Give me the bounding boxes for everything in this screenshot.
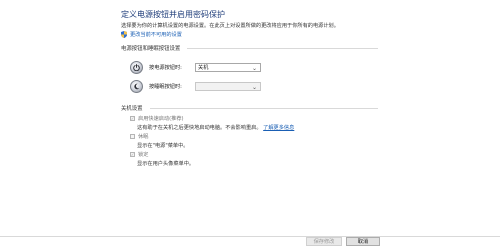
fast-startup-checkbox[interactable]: ✓	[130, 116, 135, 121]
footer-divider	[0, 236, 500, 237]
section-divider	[187, 48, 378, 49]
lock-label: 锁定	[138, 152, 149, 158]
sleep-button-label: 按睡眠按钮时:	[149, 84, 182, 90]
sleep-moon-icon	[130, 80, 143, 93]
power-buttons-section-label: 电源按钮和睡眠按钮设置	[121, 46, 181, 52]
chevron-down-icon: ⌄	[251, 84, 257, 91]
uac-shield-icon	[121, 31, 127, 38]
save-changes-button[interactable]: 保存修改	[306, 237, 342, 246]
lock-checkbox[interactable]: ✓	[130, 152, 135, 157]
page-description: 选择要为你的计算机设置的电源设置。在此页上对设置所做的更改将应用于你所有的电源计…	[121, 23, 339, 29]
section-divider	[150, 108, 378, 109]
fast-startup-description: 这有助于在关机之后更快地启动电脑。不会影响重启。 了解更多信息	[137, 124, 294, 131]
sleep-button-row: 按睡眠按钮时: ⌄	[130, 80, 261, 93]
sleep-button-select[interactable]: ⌄	[195, 82, 261, 91]
power-button-row: 按电源按钮时: 关机 ⌄	[130, 61, 261, 74]
power-button-label: 按电源按钮时:	[149, 65, 182, 71]
power-button-icon	[130, 61, 143, 74]
hibernate-description: 显示在"电源"菜单中。	[137, 143, 189, 149]
lock-option[interactable]: ✓ 锁定	[130, 151, 148, 158]
hibernate-checkbox[interactable]	[130, 134, 135, 139]
shutdown-section-label: 关机设置	[121, 106, 143, 112]
cancel-button[interactable]: 取消	[346, 237, 380, 246]
fast-startup-label: 启用快速启动(推荐)	[138, 116, 184, 122]
learn-more-link[interactable]: 了解更多信息	[263, 125, 294, 131]
hibernate-label: 休眠	[138, 134, 149, 140]
power-button-select[interactable]: 关机 ⌄	[195, 63, 261, 72]
change-unavailable-settings-link[interactable]: 更改当前不可用的设置	[121, 31, 182, 38]
fast-startup-option[interactable]: ✓ 启用快速启动(推荐)	[130, 115, 184, 122]
power-options-window: 定义电源按钮并启用密码保护 选择要为你的计算机设置的电源设置。在此页上对设置所做…	[0, 0, 500, 248]
power-button-value: 关机	[198, 65, 209, 71]
page-title: 定义电源按钮并启用密码保护	[121, 10, 225, 19]
chevron-down-icon: ⌄	[251, 65, 257, 72]
change-unavailable-settings-label[interactable]: 更改当前不可用的设置	[130, 31, 182, 38]
hibernate-option[interactable]: 休眠	[130, 133, 148, 140]
lock-description: 显示在用户头像菜单中。	[137, 161, 195, 167]
fast-startup-description-text: 这有助于在关机之后更快地启动电脑。不会影响重启。	[137, 125, 262, 131]
